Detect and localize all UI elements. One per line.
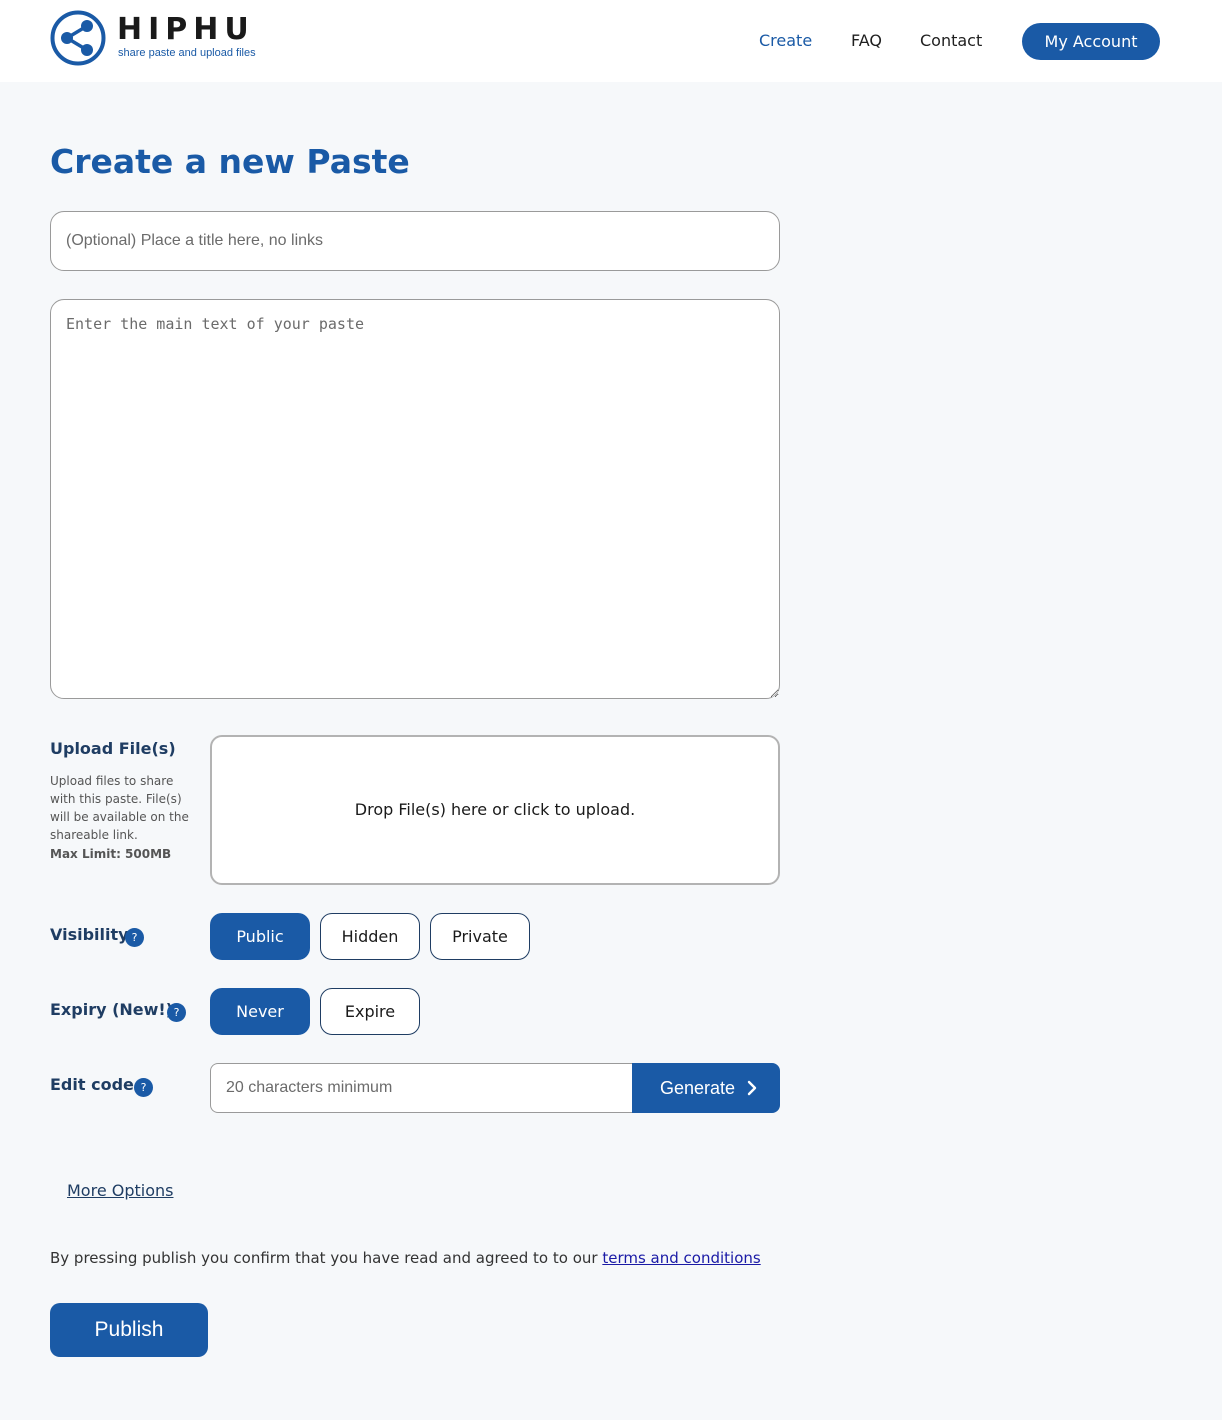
nav-create-link[interactable]: Create xyxy=(759,30,812,52)
terms-link[interactable]: terms and conditions xyxy=(602,1249,760,1267)
nav-contact-link[interactable]: Contact xyxy=(920,30,982,52)
edit-code-input[interactable] xyxy=(210,1063,632,1113)
paste-text-area[interactable] xyxy=(50,299,780,699)
generate-label: Generate xyxy=(660,1078,736,1098)
chevron-right-icon xyxy=(747,1080,757,1096)
logo-tagline: share paste and upload files xyxy=(118,47,256,59)
file-dropzone[interactable]: Drop File(s) here or click to upload. xyxy=(210,735,780,885)
visibility-label: Visibility xyxy=(50,925,129,944)
upload-limit: Max Limit: 500MB xyxy=(50,847,172,861)
generate-button[interactable]: Generate xyxy=(632,1063,780,1113)
logo-wordmark[interactable]: HIPHU xyxy=(117,12,255,48)
visibility-help-icon[interactable]: ? xyxy=(125,928,144,947)
share-logo-icon[interactable] xyxy=(50,10,106,66)
nav-faq-link[interactable]: FAQ xyxy=(851,30,882,52)
expiry-never-button[interactable]: Never xyxy=(210,988,310,1035)
edit-code-label: Edit code xyxy=(50,1075,134,1094)
expiry-expire-button[interactable]: Expire xyxy=(320,988,420,1035)
more-options-link[interactable]: More Options xyxy=(67,1180,173,1202)
upload-description: Upload files to share with this paste. F… xyxy=(50,774,189,842)
expiry-help-icon[interactable]: ? xyxy=(167,1003,186,1022)
upload-heading: Upload File(s) xyxy=(50,739,176,758)
my-account-button[interactable]: My Account xyxy=(1022,23,1160,60)
publish-button[interactable]: Publish xyxy=(50,1303,208,1357)
edit-code-help-icon[interactable]: ? xyxy=(134,1078,153,1097)
visibility-hidden-button[interactable]: Hidden xyxy=(320,913,420,960)
terms-prefix: By pressing publish you confirm that you… xyxy=(50,1249,603,1267)
expiry-label: Expiry (New!): xyxy=(50,1000,180,1019)
visibility-private-button[interactable]: Private xyxy=(430,913,530,960)
page-title: Create a new Paste xyxy=(50,142,410,181)
site-header: HIPHU share paste and upload files Creat… xyxy=(0,0,1222,82)
visibility-public-button[interactable]: Public xyxy=(210,913,310,960)
terms-notice: By pressing publish you confirm that you… xyxy=(50,1247,761,1269)
paste-title-input[interactable] xyxy=(50,211,780,271)
dropzone-text: Drop File(s) here or click to upload. xyxy=(354,800,636,819)
